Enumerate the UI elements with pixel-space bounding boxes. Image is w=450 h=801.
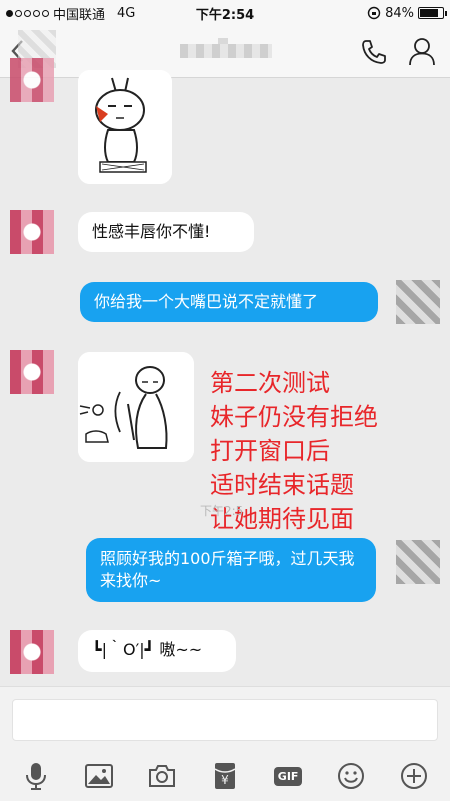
incoming-message[interactable]: 性感丰唇你不懂! — [78, 212, 254, 252]
caption-line: 适时结束话题 — [210, 471, 354, 499]
message-input[interactable] — [12, 699, 438, 741]
input-area: ¥ GIF — [0, 686, 450, 801]
contact-name-pixelated — [180, 44, 272, 58]
sticker-image-bubble[interactable] — [78, 352, 194, 462]
contact-avatar[interactable] — [10, 630, 54, 674]
carrier-label: 中国联通 — [53, 7, 106, 23]
message-timestamp: 下午2:5 — [200, 504, 244, 518]
outgoing-message[interactable]: 照顾好我的100斤箱子哦，过几天我来找你~ — [86, 538, 376, 602]
camera-button[interactable] — [145, 759, 179, 793]
emoji-icon — [338, 763, 365, 789]
my-avatar[interactable] — [396, 280, 440, 324]
plus-icon — [401, 763, 428, 789]
status-bar: 中国联通 4G 下午2:54 84% — [0, 0, 450, 26]
stickman-sticker-image — [78, 352, 194, 462]
caption-line: 妹子仍没有拒绝 — [210, 403, 378, 431]
gif-button[interactable]: GIF — [271, 759, 305, 793]
signal-icon — [6, 9, 49, 17]
orientation-lock-icon — [367, 6, 381, 20]
contact-avatar[interactable] — [10, 350, 54, 394]
contact-avatar[interactable] — [10, 210, 54, 254]
profile-icon[interactable] — [408, 36, 436, 66]
phone-icon[interactable] — [360, 38, 388, 66]
battery-icon — [418, 7, 447, 19]
chat-header — [0, 26, 450, 78]
svg-text:¥: ¥ — [221, 773, 229, 787]
caption-line: 打开窗口后 — [210, 437, 330, 465]
my-avatar[interactable] — [396, 540, 440, 584]
contact-avatar[interactable] — [10, 58, 54, 102]
input-toolbar: ¥ GIF — [0, 753, 450, 799]
more-button[interactable] — [397, 759, 431, 793]
outgoing-message[interactable]: 你给我一个大嘴巴说不定就懂了 — [80, 282, 378, 322]
network-label: 4G — [117, 5, 136, 21]
image-button[interactable] — [82, 759, 116, 793]
gif-icon: GIF — [273, 766, 303, 786]
red-packet-button[interactable]: ¥ — [208, 759, 242, 793]
voice-button[interactable] — [19, 759, 53, 793]
sticker-image-bubble[interactable] — [78, 70, 172, 184]
mic-icon — [25, 763, 46, 790]
caption-line: 第二次测试 — [210, 369, 330, 397]
red-packet-icon: ¥ — [214, 763, 236, 789]
rabbit-sticker-image — [78, 70, 172, 184]
incoming-message[interactable]: ┗|｀O′|┛ 嗷~~ — [78, 630, 236, 672]
camera-icon — [148, 765, 175, 787]
battery-label: 84% — [385, 5, 414, 21]
image-icon — [84, 764, 113, 788]
emoji-button[interactable] — [334, 759, 368, 793]
